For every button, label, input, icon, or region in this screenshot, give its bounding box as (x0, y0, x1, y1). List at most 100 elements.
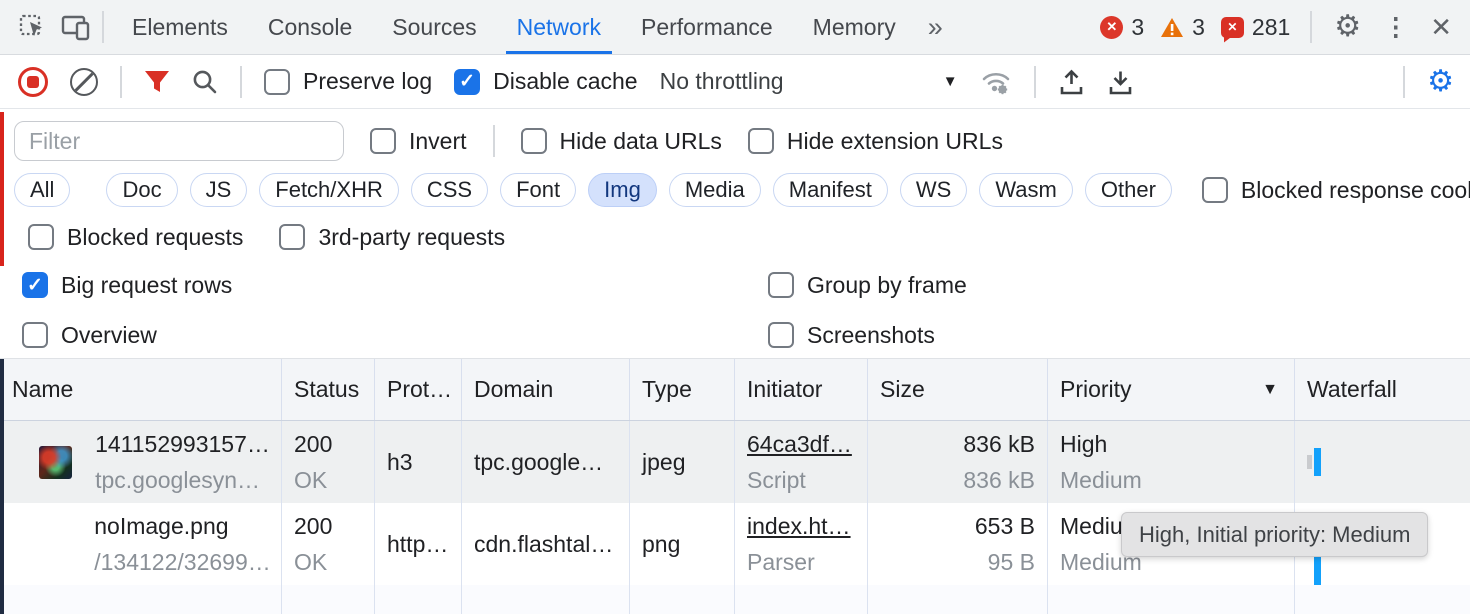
toolbar-divider (240, 66, 242, 98)
chip-fetch-xhr[interactable]: Fetch/XHR (259, 173, 399, 207)
import-har-icon[interactable] (1058, 68, 1085, 96)
throttling-select[interactable]: No throttling ▼ (660, 68, 958, 95)
filter-row: Invert Hide data URLs Hide extension URL… (0, 117, 1470, 165)
column-header-size[interactable]: Size (868, 359, 1048, 420)
request-path: tpc.googlesyn… (95, 467, 270, 494)
settings-gear-icon[interactable]: ⚙ (1334, 12, 1361, 42)
tab-console[interactable]: Console (248, 0, 372, 54)
protocol-cell: http… (375, 503, 462, 585)
domain-cell (462, 585, 630, 614)
column-header-protocol[interactable]: Prot… (375, 359, 462, 420)
device-toolbar-button[interactable] (58, 9, 94, 45)
type-cell (630, 585, 735, 614)
filter-input[interactable] (14, 121, 344, 161)
group-by-frame-label: Group by frame (807, 272, 967, 299)
chip-js[interactable]: JS (190, 173, 248, 207)
dropdown-caret-icon: ▼ (943, 73, 958, 90)
warning-icon (1160, 17, 1184, 38)
preserve-log-checkbox[interactable]: Preserve log (264, 68, 432, 95)
panel-tabs: Elements Console Sources Network Perform… (112, 0, 916, 54)
tab-elements[interactable]: Elements (112, 0, 248, 54)
chip-all[interactable]: All (14, 173, 70, 207)
errors-badge[interactable]: ✕ 3 (1100, 14, 1144, 41)
sort-descending-icon: ▼ (1262, 381, 1278, 399)
overview-checkbox[interactable]: Overview (22, 322, 157, 349)
waterfall-cell[interactable] (1295, 421, 1470, 503)
clear-network-log-button[interactable] (70, 68, 98, 96)
request-row[interactable]: 141152993157… tpc.googlesyn… 200 OK h3 t… (0, 421, 1470, 503)
network-conditions-icon[interactable] (980, 68, 1012, 96)
column-header-status[interactable]: Status (282, 359, 375, 420)
priority-header-label: Priority (1060, 376, 1132, 403)
network-settings-gear-icon[interactable]: ⚙ (1427, 67, 1454, 97)
hide-extension-urls-label: Hide extension URLs (787, 128, 1003, 155)
priority-cell: High Medium (1048, 421, 1295, 503)
group-by-frame-checkbox[interactable]: Group by frame (768, 272, 967, 299)
kebab-menu-icon[interactable]: ⋮ (1383, 15, 1408, 40)
hide-extension-urls-checkbox[interactable]: Hide extension URLs (748, 128, 1003, 155)
column-header-type[interactable]: Type (630, 359, 735, 420)
blocked-requests-checkbox[interactable]: Blocked requests (28, 224, 243, 251)
filter-funnel-icon[interactable] (144, 70, 170, 94)
network-filter-panel: Invert Hide data URLs Hide extension URL… (0, 109, 1470, 359)
chip-other[interactable]: Other (1085, 173, 1172, 207)
warnings-badge[interactable]: 3 (1160, 14, 1205, 41)
big-request-rows-checkbox[interactable]: Big request rows (22, 272, 232, 299)
chip-doc[interactable]: Doc (106, 173, 177, 207)
more-tabs-button[interactable]: » (916, 12, 953, 43)
protocol-cell: h3 (375, 421, 462, 503)
chip-ws[interactable]: WS (900, 173, 967, 207)
export-har-icon[interactable] (1107, 68, 1134, 96)
toolbar-divider (1034, 66, 1036, 98)
tab-memory[interactable]: Memory (793, 0, 916, 54)
chip-media[interactable]: Media (669, 173, 761, 207)
column-header-waterfall[interactable]: Waterfall (1295, 359, 1470, 420)
issues-badge[interactable]: ✕ 281 (1221, 14, 1290, 41)
disable-cache-checkbox[interactable]: Disable cache (454, 68, 637, 95)
checkbox-unchecked-icon (370, 128, 396, 154)
name-cell[interactable]: 141152993157… tpc.googlesyn… (0, 421, 282, 503)
big-request-rows-label: Big request rows (61, 272, 232, 299)
checkbox-unchecked-icon (22, 322, 48, 348)
chip-wasm[interactable]: Wasm (979, 173, 1073, 207)
column-header-domain[interactable]: Domain (462, 359, 630, 420)
checkbox-unchecked-icon (264, 69, 290, 95)
resource-type: jpeg (642, 449, 734, 476)
chip-manifest[interactable]: Manifest (773, 173, 888, 207)
inspect-element-button[interactable] (14, 9, 50, 45)
initiator-link[interactable]: index.ht… (747, 513, 867, 540)
tab-sources[interactable]: Sources (372, 0, 496, 54)
tab-network[interactable]: Network (497, 0, 621, 54)
blocked-filter-row: Blocked requests 3rd-party requests (0, 215, 1470, 259)
request-row[interactable]: 827299944997 200 64ca3df 12.0 kB Medium (0, 585, 1470, 614)
blocked-response-cookies-checkbox[interactable]: Blocked response cookies (1202, 177, 1470, 204)
resource-type: png (642, 531, 734, 558)
issues-icon: ✕ (1221, 17, 1244, 38)
column-header-name[interactable]: Name (0, 359, 282, 420)
status-cell: 200 OK (282, 421, 375, 503)
chip-font[interactable]: Font (500, 173, 576, 207)
column-header-initiator[interactable]: Initiator (735, 359, 868, 420)
transferred-size: 653 B (975, 513, 1035, 540)
close-devtools-icon[interactable]: ✕ (1430, 14, 1452, 40)
hide-data-urls-checkbox[interactable]: Hide data URLs (521, 128, 722, 155)
status-text: OK (294, 549, 374, 576)
column-header-priority[interactable]: Priority ▼ (1048, 359, 1295, 420)
initiator-link[interactable]: 64ca3df… (747, 431, 867, 458)
name-cell[interactable]: noImage.png /134122/32699… (0, 503, 282, 585)
tabbar-divider (102, 11, 104, 43)
third-party-requests-checkbox[interactable]: 3rd-party requests (279, 224, 505, 251)
name-cell[interactable]: 827299944997 (0, 585, 282, 614)
record-network-log-button[interactable] (18, 67, 48, 97)
chip-css[interactable]: CSS (411, 173, 488, 207)
tabbar-divider (1310, 11, 1312, 43)
search-icon[interactable] (192, 69, 218, 95)
third-party-requests-label: 3rd-party requests (318, 224, 505, 251)
tab-performance[interactable]: Performance (621, 0, 793, 54)
invert-checkbox[interactable]: Invert (370, 128, 467, 155)
chip-img[interactable]: Img (588, 173, 657, 207)
waterfall-cell[interactable] (1295, 585, 1470, 614)
screenshots-checkbox[interactable]: Screenshots (768, 322, 935, 349)
devtools-tabbar: Elements Console Sources Network Perform… (0, 0, 1470, 55)
waterfall-download-bar (1314, 555, 1321, 585)
